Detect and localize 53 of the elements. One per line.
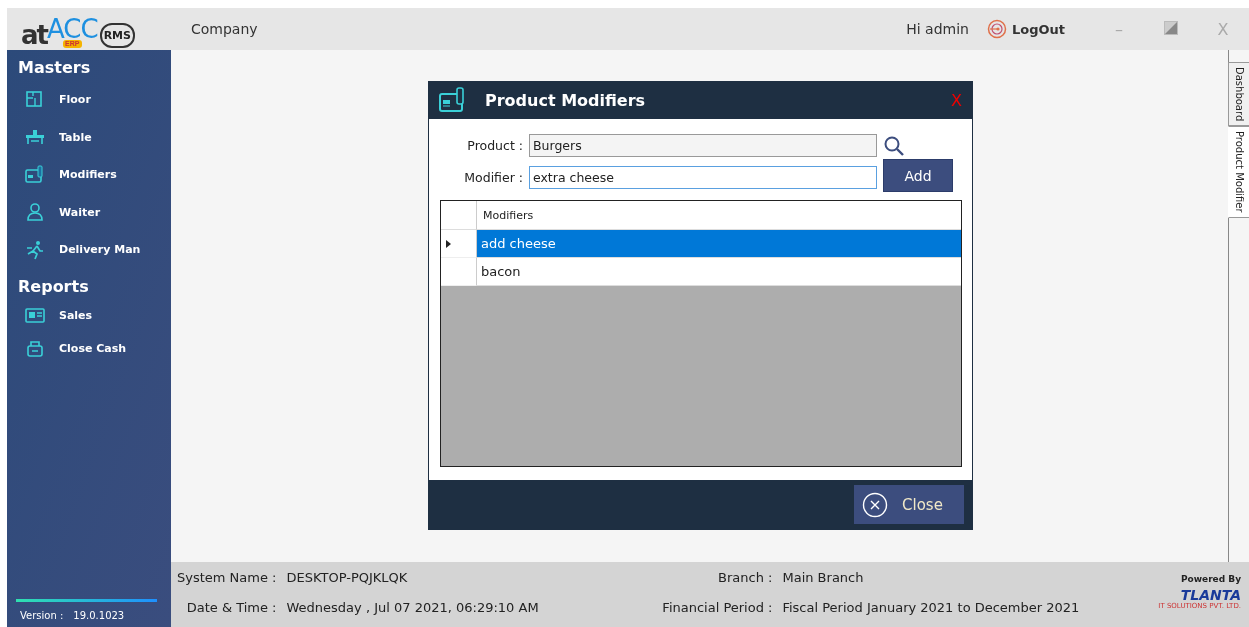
status-label: Branch : [717, 569, 773, 585]
dialog-title: Product Modifiers [485, 91, 647, 110]
greeting-text: Hi admin [906, 21, 969, 37]
logo-text: at [21, 22, 47, 48]
input-field[interactable]: Burgers [529, 134, 877, 157]
status-value: Main Branch [782, 569, 865, 585]
sales-report-icon [25, 305, 45, 326]
vendor-name: TLANTA [1180, 588, 1241, 602]
status-label: System Name : [177, 569, 277, 585]
logout-button[interactable]: LogOut [986, 19, 1065, 39]
powered-by-text: Powered By [1180, 574, 1241, 584]
status-value: Fiscal Period January 2021 to December 2021 [782, 599, 1081, 615]
status-label: Date & Time : [185, 599, 277, 615]
cash-register-icon [25, 338, 45, 359]
version-label: Version : [20, 610, 64, 621]
table-cell[interactable]: bacon [477, 258, 961, 286]
sidebar-item[interactable]: Floor [7, 81, 171, 119]
floor-plan-icon [25, 89, 45, 110]
sidebar-item[interactable]: Close Cash [7, 332, 171, 365]
sidebar-item[interactable]: Modifiers [7, 156, 171, 194]
close-button[interactable]: Close [854, 485, 964, 524]
add-button[interactable]: Add [883, 159, 953, 192]
rms-logo: RMS [99, 23, 135, 48]
close-circle-icon [862, 491, 888, 518]
power-icon [986, 19, 1007, 39]
status-label: Financial Period : [662, 599, 773, 615]
column-header: Modifiers [477, 201, 961, 230]
table-cell[interactable]: add cheese [477, 230, 961, 258]
menu-card-icon [25, 164, 45, 185]
page-title: Company [191, 21, 259, 37]
waiter-icon [25, 202, 45, 223]
sidebar-item[interactable]: Table [7, 118, 171, 156]
status-value: Wednesday , Jul 07 2021, 06:29:10 AM [286, 599, 540, 615]
running-man-icon [25, 239, 45, 260]
menu-card-icon [439, 86, 467, 115]
section-title: Reports [17, 275, 90, 298]
restore-icon [1164, 20, 1178, 35]
input-field[interactable]: extra cheese [529, 166, 877, 189]
row-header[interactable] [441, 258, 477, 286]
version-number: 19.0.1023 [73, 610, 125, 621]
side-tab[interactable]: Product Modifier [1228, 126, 1249, 218]
row-header[interactable] [441, 230, 477, 258]
field-label: Product : [466, 138, 523, 153]
side-tab[interactable]: Dashboard [1228, 62, 1249, 127]
section-title: Masters [17, 57, 92, 79]
grid-corner [441, 201, 477, 230]
sidebar-item[interactable]: Sales [7, 299, 171, 332]
logo-text-accent: ACC [47, 16, 98, 42]
sidebar-item[interactable]: Delivery Man [7, 231, 171, 269]
search-icon[interactable] [883, 134, 905, 157]
field-label: Modifier : [463, 170, 523, 185]
status-value: DESKTOP-PQJKLQK [286, 569, 409, 585]
sidebar-item[interactable]: Waiter [7, 193, 171, 231]
